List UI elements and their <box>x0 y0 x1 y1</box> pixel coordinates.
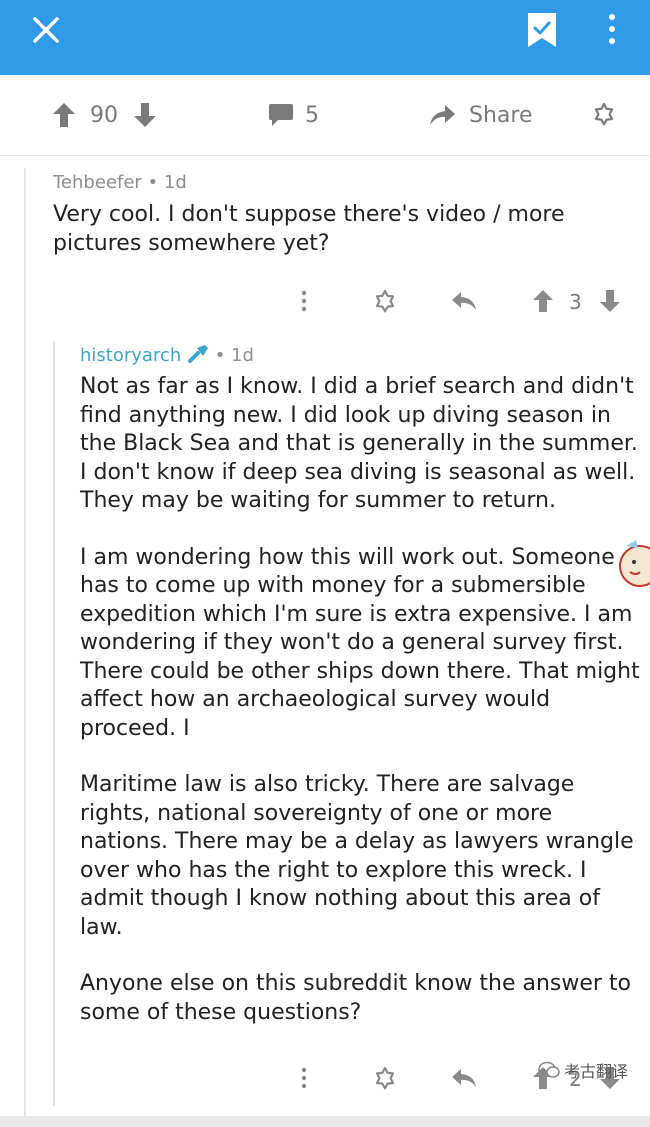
reply-thread-line <box>53 341 55 1106</box>
comment-count: 5 <box>305 102 319 128</box>
bottom-strip <box>0 1116 650 1127</box>
award-button[interactable] <box>591 75 617 155</box>
comment-more-icon[interactable] <box>298 289 310 313</box>
downvote-button[interactable] <box>133 75 157 155</box>
comment-body: Very cool. I don't suppose there's video… <box>53 202 565 256</box>
comment-meta: Tehbeefer • 1d <box>53 172 187 193</box>
post-score: 90 <box>90 102 118 128</box>
reply-award-icon[interactable] <box>372 1066 398 1092</box>
comment-bubble-icon <box>269 104 293 126</box>
comment-award-icon[interactable] <box>372 289 398 315</box>
reply-paragraph: Anyone else on this subreddit know the a… <box>80 971 632 1025</box>
watermark: 考古翻译 <box>538 1058 628 1082</box>
downvote-arrow-icon <box>134 103 156 127</box>
watermark-text: 考古翻译 <box>564 1062 629 1081</box>
reply-paragraph: Not as far as I know. I did a brief sear… <box>80 374 638 513</box>
close-icon[interactable] <box>30 14 62 46</box>
upvote-button[interactable] <box>52 75 76 155</box>
reply-age: • 1d <box>214 345 254 366</box>
award-badge-icon <box>594 102 614 126</box>
reply-author[interactable]: historyarch <box>80 345 181 366</box>
reply-paragraph: I am wondering how this will work out. S… <box>80 544 640 741</box>
thread-line <box>24 168 26 1116</box>
reply-body: Not as far as I know. I did a brief sear… <box>80 373 640 1055</box>
reply-reply-icon[interactable] <box>451 1067 477 1089</box>
sticker-face-icon <box>619 540 650 587</box>
comments-section: Tehbeefer • 1d Very cool. I don't suppos… <box>0 156 650 1116</box>
reply-meta: historyarch • 1d <box>80 344 254 366</box>
comments-button[interactable] <box>268 75 294 155</box>
reply-more-icon[interactable] <box>298 1066 310 1090</box>
verified-badge-icon <box>187 345 208 363</box>
comment-author[interactable]: Tehbeefer <box>53 172 142 193</box>
share-button[interactable] <box>428 75 456 155</box>
comment-upvote-icon[interactable] <box>532 289 554 313</box>
more-vertical-icon[interactable] <box>604 12 620 48</box>
reply-icon[interactable] <box>451 290 477 312</box>
upvote-arrow-icon <box>53 103 75 127</box>
share-arrow-icon <box>430 105 455 125</box>
comment-score: 3 <box>569 290 582 314</box>
reply-paragraph: Maritime law is also tricky. There are s… <box>80 772 634 940</box>
comment-downvote-icon[interactable] <box>599 289 621 313</box>
post-action-bar: 90 5 Share <box>0 75 650 156</box>
bookmark-check-icon[interactable] <box>526 11 558 49</box>
top-app-bar <box>0 0 650 75</box>
wechat-icon <box>538 1061 560 1078</box>
share-label: Share <box>469 102 533 128</box>
comment-age: • 1d <box>147 172 187 193</box>
